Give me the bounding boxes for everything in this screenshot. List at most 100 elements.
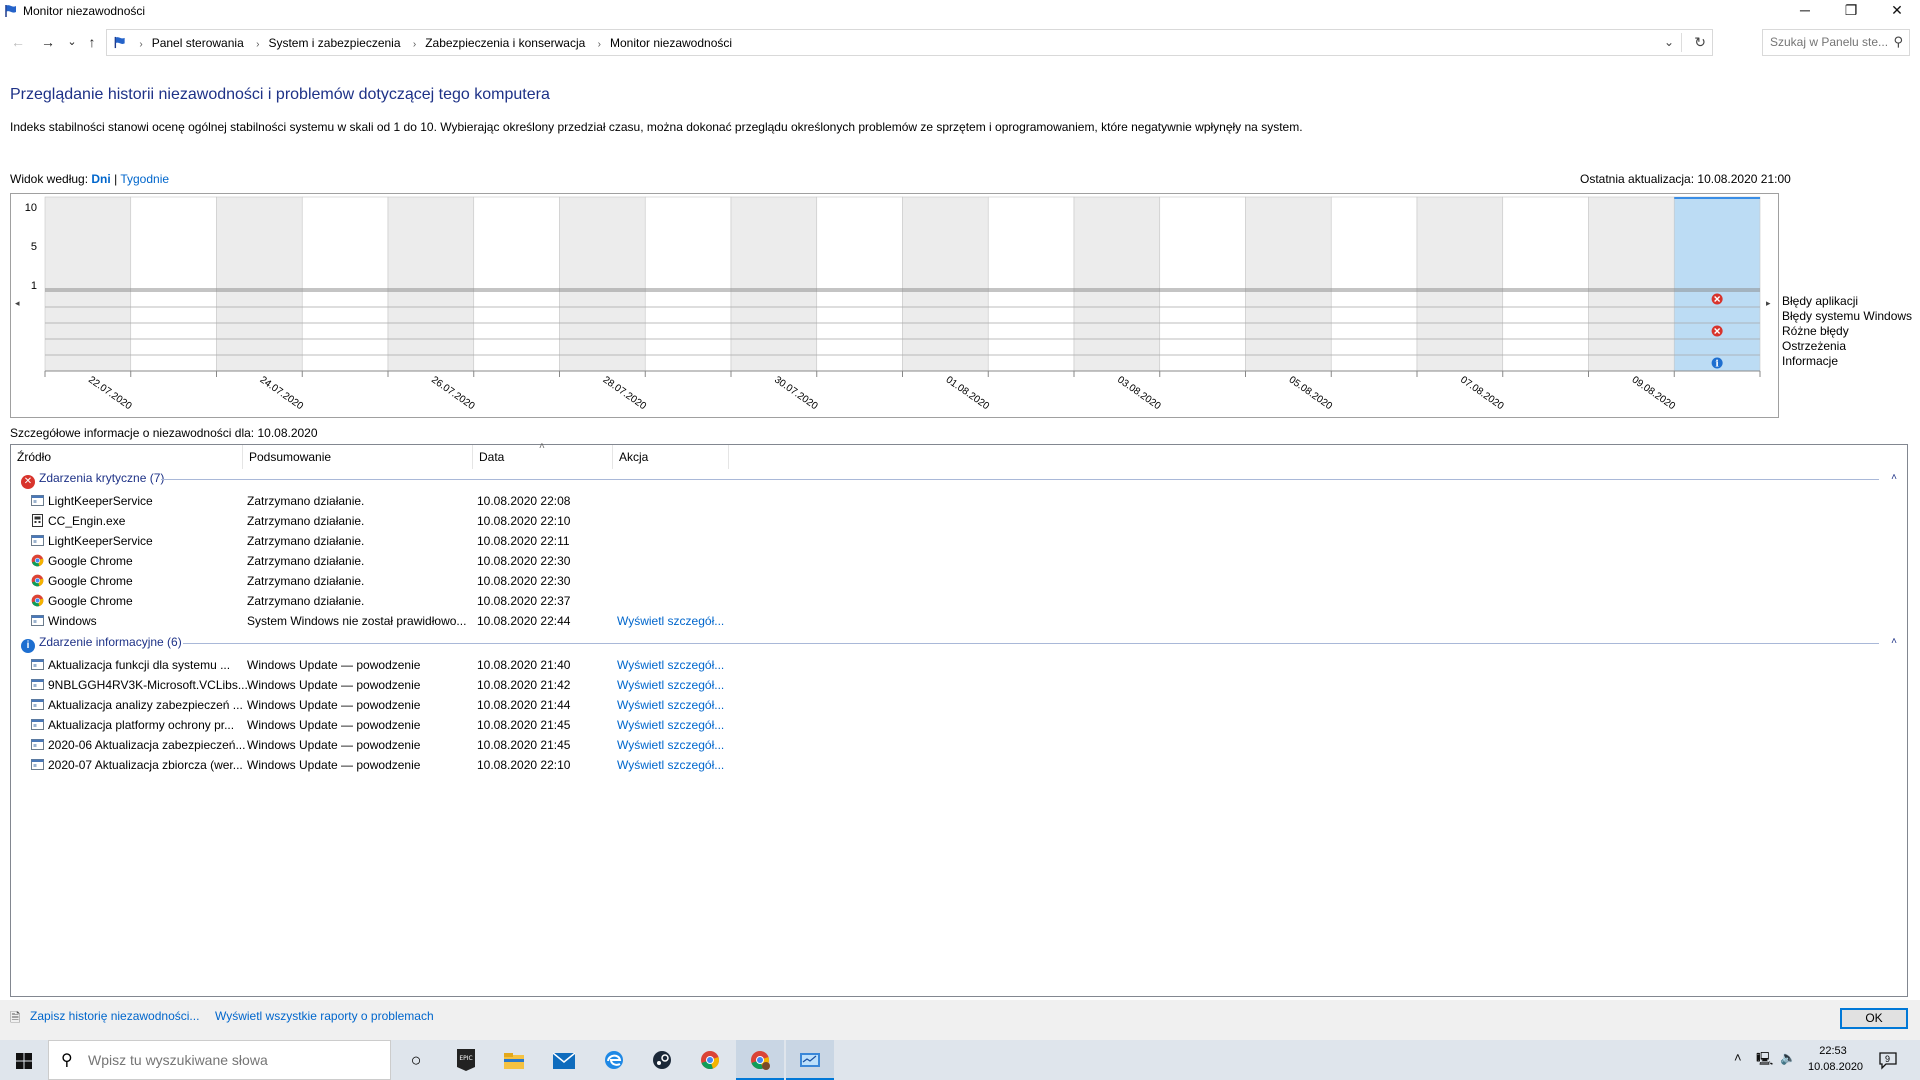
breadcrumb-item-security-maintenance[interactable]: Zabezpieczenia i konserwacja [425, 36, 585, 50]
refresh-icon[interactable]: ↻ [1694, 34, 1706, 51]
collapse-icon[interactable]: ˄ [1891, 636, 1897, 647]
day-column[interactable] [301, 196, 389, 372]
source-text: Google Chrome [48, 594, 133, 608]
day-column[interactable] [1588, 196, 1675, 372]
day-column[interactable] [1159, 196, 1246, 372]
action-link[interactable]: Wyświetl szczegół... [617, 758, 727, 772]
action-link[interactable]: Wyświetl szczegół... [617, 698, 727, 712]
day-column[interactable] [44, 196, 132, 372]
day-column[interactable] [730, 196, 818, 372]
source-text: LightKeeperService [48, 534, 153, 548]
reliability-monitor-icon[interactable] [786, 1040, 834, 1080]
summary-cell: Windows Update — powodzenie [247, 738, 421, 752]
save-history-link[interactable]: Zapisz historię niezawodności... [30, 1009, 199, 1023]
taskbar-search[interactable]: ⚲ [48, 1040, 391, 1080]
address-dropdown-icon[interactable]: ⌄ [1664, 35, 1674, 49]
day-column[interactable] [1245, 196, 1332, 372]
day-column[interactable] [1416, 196, 1504, 372]
action-link[interactable]: Wyświetl szczegół... [617, 738, 727, 752]
file-explorer-icon[interactable] [490, 1040, 538, 1080]
table-row[interactable]: Google Chrome Zatrzymano działanie. 10.08.… [11, 551, 1907, 571]
application-icon [31, 699, 44, 710]
source-cell: LightKeeperService [31, 494, 249, 508]
scroll-left-icon[interactable]: ◂ [15, 298, 20, 308]
breadcrumb-item-system-security[interactable]: System i zabezpieczenia [268, 36, 400, 50]
table-row[interactable]: Aktualizacja funkcji dla systemu ... Wind… [11, 655, 1907, 675]
up-button[interactable]: ↑ [82, 32, 102, 52]
search-input[interactable] [1770, 35, 1888, 49]
table-row[interactable]: LightKeeperService Zatrzymano działanie. 1… [11, 491, 1907, 511]
table-row[interactable]: Google Chrome Zatrzymano działanie. 10.08.… [11, 591, 1907, 611]
taskbar-clock[interactable]: 22:53 10.08.2020 [1808, 1043, 1863, 1075]
date-cell: 10.08.2020 21:45 [477, 738, 571, 752]
day-column-selected[interactable] [1673, 196, 1761, 372]
address-bar[interactable]: › Panel sterowania › System i zabezpieczen… [106, 29, 1713, 56]
collapse-icon[interactable]: ˄ [1891, 472, 1897, 483]
table-row[interactable]: 9NBLGGH4RV3K-Microsoft.VCLibs... Windows … [11, 675, 1907, 695]
start-button[interactable] [0, 1040, 48, 1080]
day-column[interactable] [987, 196, 1075, 372]
day-column[interactable] [1330, 196, 1418, 372]
minimize-button[interactable]: ─ [1782, 0, 1828, 22]
table-row[interactable]: CC_Engin.exe Zatrzymano działanie. 10.08.2… [11, 511, 1907, 531]
day-column[interactable] [473, 196, 560, 372]
cortana-icon[interactable]: ○ [392, 1040, 440, 1080]
day-column[interactable] [902, 196, 989, 372]
day-column[interactable] [387, 196, 475, 372]
notifications-button[interactable]: 9 [1878, 1050, 1898, 1070]
chrome-icon[interactable] [686, 1040, 734, 1080]
date-cell: 10.08.2020 22:44 [477, 614, 571, 628]
forward-button[interactable]: → [38, 32, 58, 52]
view-all-reports-link[interactable]: Wyświetl wszystkie raporty o problemach [215, 1009, 434, 1023]
scroll-right-icon[interactable]: ▸ [1766, 298, 1771, 308]
search-icon[interactable]: ⚲ [1893, 34, 1903, 50]
network-icon[interactable]: 🖳 [1756, 1050, 1773, 1072]
mail-icon[interactable] [540, 1040, 588, 1080]
column-header-action[interactable]: Akcja [613, 445, 729, 469]
maximize-button[interactable]: ❐ [1828, 0, 1874, 22]
close-button[interactable]: ✕ [1874, 0, 1920, 22]
action-link[interactable]: Wyświetl szczegół... [617, 718, 727, 732]
day-column[interactable] [216, 196, 303, 372]
day-column[interactable] [1073, 196, 1161, 372]
steam-icon[interactable] [638, 1040, 686, 1080]
day-column[interactable] [644, 196, 732, 372]
volume-icon[interactable]: 🔈 [1780, 1050, 1796, 1066]
show-hidden-icons-icon[interactable]: ˄ [1734, 1050, 1742, 1065]
day-column[interactable] [816, 196, 903, 372]
search-box[interactable]: ⚲ [1762, 29, 1910, 56]
legend-app-errors: Błędy aplikacji [1782, 294, 1859, 308]
table-row[interactable]: Aktualizacja platformy ochrony pr... Wind… [11, 715, 1907, 735]
day-column[interactable] [1502, 196, 1589, 372]
recent-locations-button[interactable]: ⌄ [62, 32, 82, 52]
group-critical-events[interactable]: ✕ Zdarzenia krytyczne (7) [21, 471, 164, 491]
chrome-profile-icon[interactable] [736, 1040, 784, 1080]
action-link[interactable]: Wyświetl szczegół... [617, 678, 727, 692]
table-row[interactable]: LightKeeperService Zatrzymano działanie. 1… [11, 531, 1907, 551]
edge-icon[interactable] [590, 1040, 638, 1080]
back-button[interactable]: ← [8, 32, 28, 52]
group-informational-events[interactable]: i Zdarzenie informacyjne (6) [21, 635, 182, 655]
summary-cell: Zatrzymano działanie. [247, 514, 365, 528]
column-header-summary[interactable]: Podsumowanie [243, 445, 473, 469]
stability-chart[interactable]: 10 5 1 ◂ ▸ 22.07.2020 24.07.2020 26.07.2020 28.0… [10, 193, 1779, 418]
table-row[interactable]: 2020-07 Aktualizacja zbiorcza (wer... Win… [11, 755, 1907, 775]
column-header-source[interactable]: Źródło [11, 445, 243, 469]
breadcrumb-item-control-panel[interactable]: Panel sterowania [152, 36, 244, 50]
sort-arrow-icon: ˄ [539, 441, 545, 452]
day-column[interactable] [130, 196, 217, 372]
table-row[interactable]: Aktualizacja analizy zabezpieczeń ... Win… [11, 695, 1907, 715]
table-row[interactable]: Google Chrome Zatrzymano działanie. 10.08.… [11, 571, 1907, 591]
view-days-link[interactable]: Dni [91, 172, 110, 186]
table-row[interactable]: Windows System Windows nie został prawidł… [11, 611, 1907, 631]
action-link[interactable]: Wyświetl szczegół... [617, 658, 727, 672]
taskbar-search-input[interactable] [88, 1052, 378, 1068]
ok-button[interactable]: OK [1840, 1008, 1908, 1029]
epic-games-icon[interactable]: EPIC [442, 1040, 490, 1080]
breadcrumb-item-reliability-monitor[interactable]: Monitor niezawodności [610, 36, 732, 50]
view-weeks-link[interactable]: Tygodnie [120, 172, 169, 186]
stability-chart-svg[interactable]: 1051◂ ▸22.07.2020 24.07.2020 26.07.2020 28.0… [10, 193, 1779, 418]
action-link[interactable]: Wyświetl szczegół... [617, 614, 727, 628]
table-row[interactable]: 2020-06 Aktualizacja zabezpieczeń... Wind… [11, 735, 1907, 755]
day-column[interactable] [559, 196, 646, 372]
